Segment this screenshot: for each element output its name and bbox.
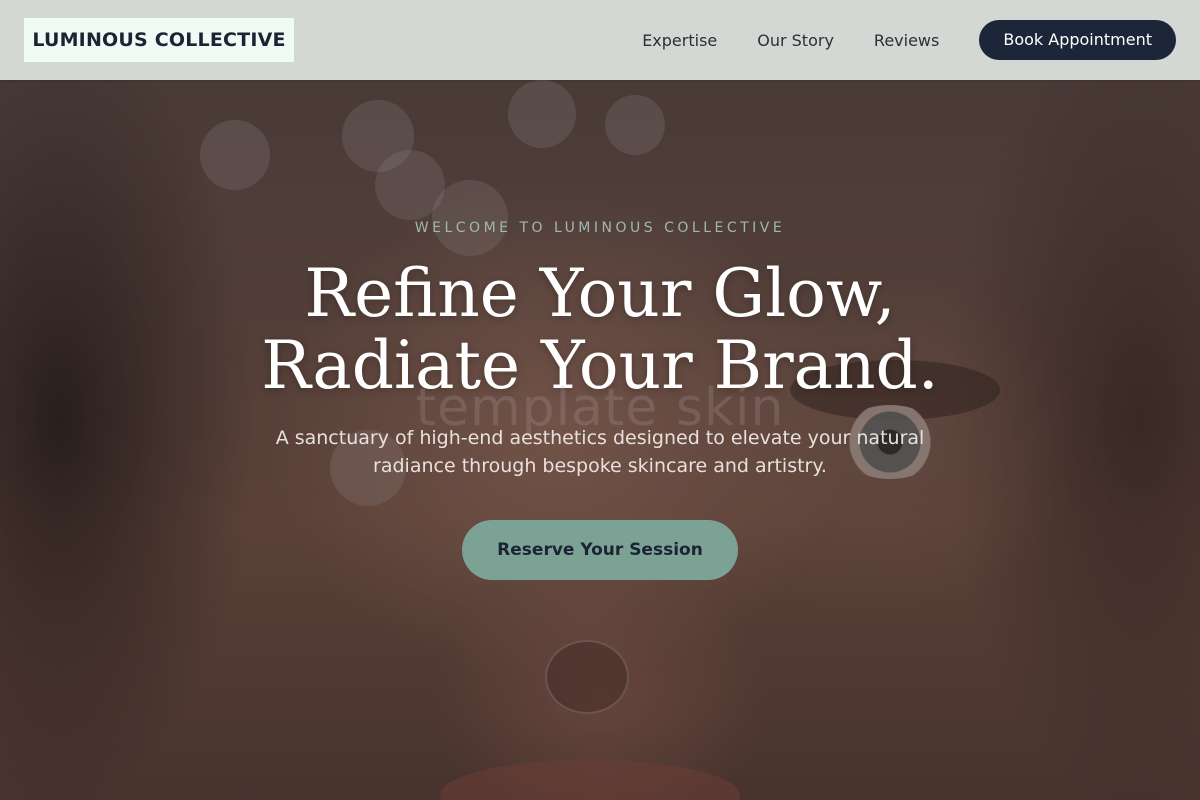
hero-section: WELCOME TO LUMINOUS COLLECTIVE Refine Yo… [0, 0, 1200, 800]
hero-headline-line-1: Refine Your Glow, [304, 255, 896, 332]
book-appointment-button[interactable]: Book Appointment [979, 20, 1176, 60]
page: LUMINOUS COLLECTIVE Expertise Our Story … [0, 0, 1200, 800]
site-header: LUMINOUS COLLECTIVE Expertise Our Story … [0, 0, 1200, 80]
brand-logo[interactable]: LUMINOUS COLLECTIVE [24, 18, 294, 62]
nav-link-our-story[interactable]: Our Story [757, 31, 834, 50]
hero-subtext: A sanctuary of high-end aesthetics desig… [275, 427, 925, 477]
nav-link-reviews[interactable]: Reviews [874, 31, 939, 50]
reserve-session-button[interactable]: Reserve Your Session [462, 520, 738, 580]
nav-link-expertise[interactable]: Expertise [642, 31, 717, 50]
main-nav: Expertise Our Story Reviews Book Appoint… [642, 20, 1176, 60]
hero-eyebrow: WELCOME TO LUMINOUS COLLECTIVE [414, 220, 786, 236]
